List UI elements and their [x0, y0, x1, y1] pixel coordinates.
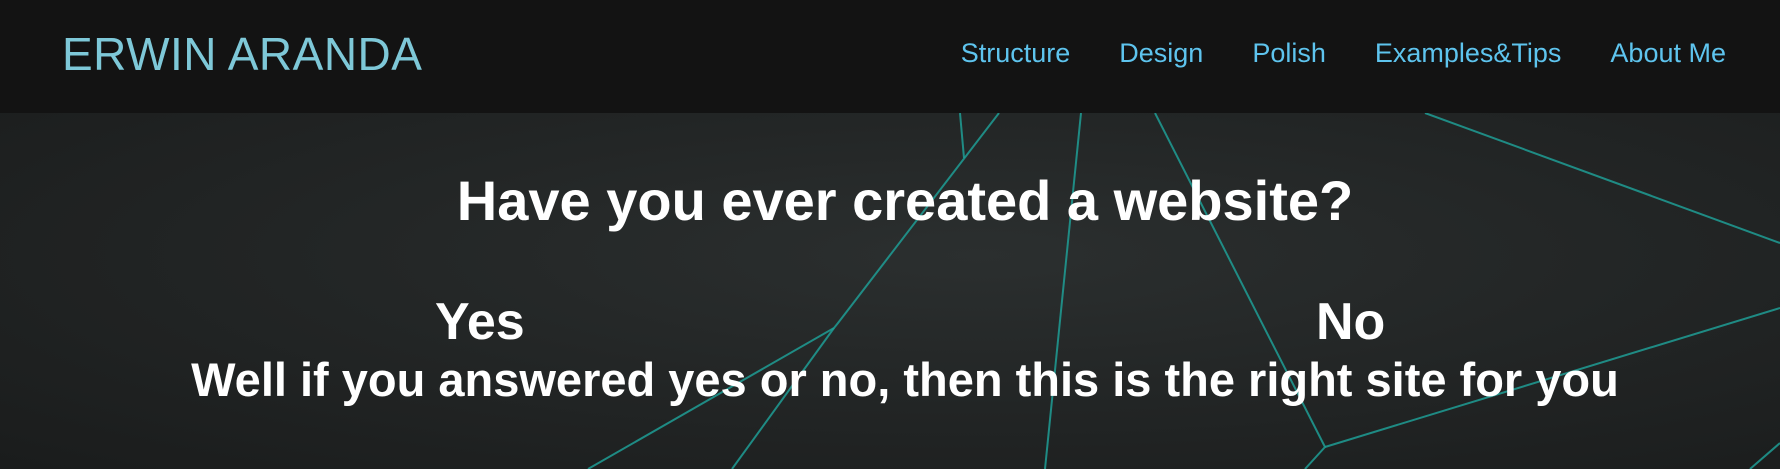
hero-tagline: Well if you answered yes or no, then thi… [191, 353, 1619, 406]
top-navbar: ERWIN ARANDA Structure Design Polish Exa… [0, 0, 1780, 113]
hero-question: Have you ever created a website? [456, 169, 1354, 232]
geometric-lines-background [587, 113, 1780, 469]
main-nav: Structure Design Polish Examples&Tips Ab… [961, 36, 1726, 70]
nav-link-structure[interactable]: Structure [961, 36, 1071, 70]
site-logo-text[interactable]: ERWIN ARANDA [62, 27, 422, 81]
nav-link-design[interactable]: Design [1119, 36, 1203, 70]
nav-link-polish[interactable]: Polish [1252, 36, 1326, 70]
yes-answer-link[interactable]: Yes [435, 293, 525, 351]
nav-link-about-me[interactable]: About Me [1610, 36, 1726, 70]
hero-section: Have you ever created a website? Yes No … [0, 113, 1780, 469]
no-answer-link[interactable]: No [1316, 293, 1385, 351]
nav-link-examples-tips[interactable]: Examples&Tips [1375, 36, 1562, 70]
